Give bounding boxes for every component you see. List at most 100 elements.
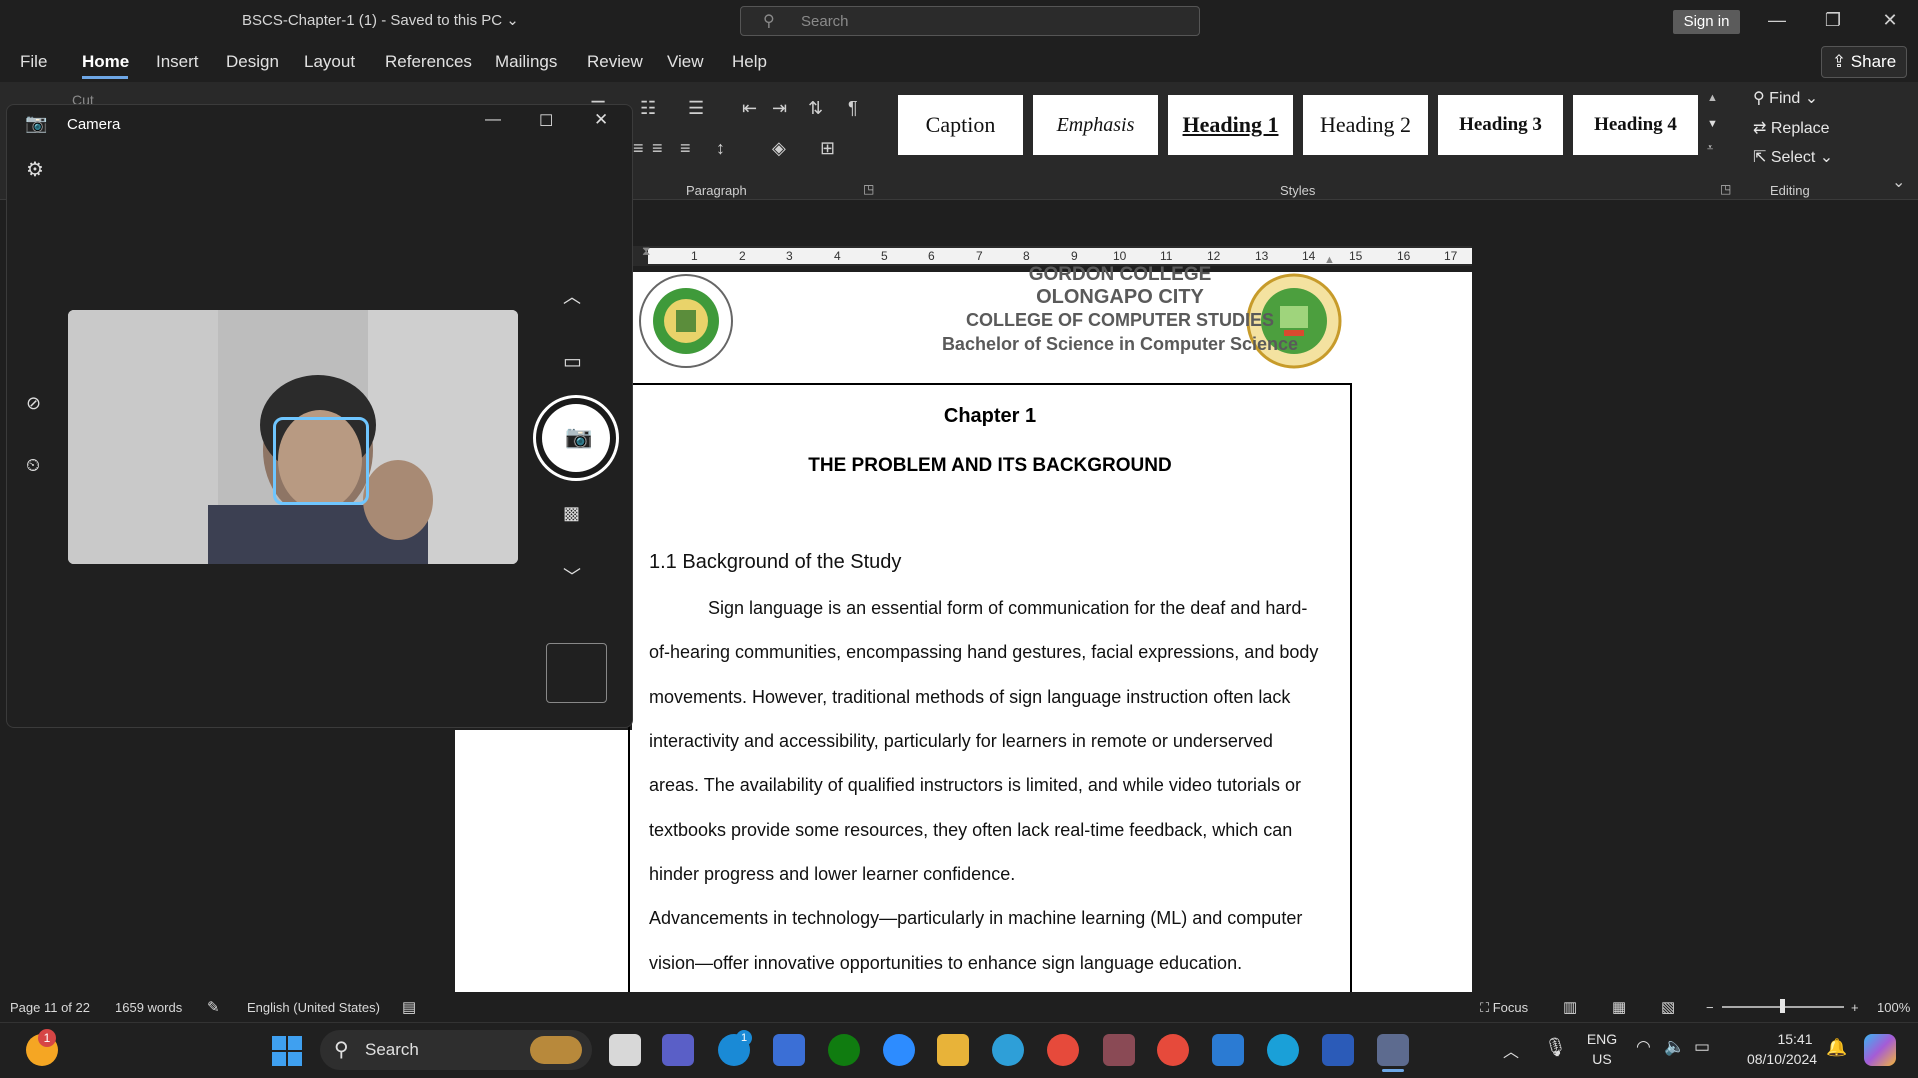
replace-label: Replace [1770, 120, 1830, 137]
zoom-slider-thumb[interactable] [1780, 999, 1785, 1013]
menu-mailings[interactable]: Mailings [495, 52, 557, 72]
collapse-ribbon-icon[interactable]: ⌄ [1892, 172, 1905, 192]
styles-more-icon[interactable]: ⩡ [1707, 142, 1713, 155]
style-heading-4[interactable]: Heading 4 [1573, 95, 1698, 155]
page-count[interactable]: Page 11 of 22 [10, 1000, 90, 1015]
style-caption[interactable]: Caption [898, 95, 1023, 155]
align-center-icon[interactable]: ≡ [652, 138, 663, 159]
menu-insert[interactable]: Insert [156, 52, 199, 72]
menu-review[interactable]: Review [587, 52, 643, 72]
web-layout-icon[interactable]: ▧ [1661, 998, 1675, 1016]
teams-icon[interactable] [662, 1034, 694, 1066]
word-icon[interactable] [1322, 1034, 1354, 1066]
input-language-line1[interactable]: ENG [1584, 1031, 1620, 1047]
menu-design[interactable]: Design [226, 52, 279, 72]
xbox-icon[interactable] [828, 1034, 860, 1066]
replace-button[interactable]: ⇄ Replace [1753, 118, 1830, 138]
chrome-profile-icon[interactable] [1157, 1034, 1189, 1066]
notifications-bell-icon[interactable]: 🔔 [1826, 1038, 1847, 1058]
volume-icon[interactable]: 🔈 [1664, 1037, 1685, 1057]
clock-time[interactable]: 15:41 [1770, 1031, 1820, 1047]
menu-view[interactable]: View [667, 52, 704, 72]
body-line: vision—offer innovative opportunities to… [649, 953, 1243, 973]
zoom-in-icon[interactable]: + [1851, 1000, 1859, 1015]
wifi-icon[interactable]: ◠ [1636, 1037, 1651, 1057]
align-left-icon[interactable]: ≡ [633, 138, 644, 159]
windows-start-icon[interactable] [272, 1036, 302, 1066]
language-indicator[interactable]: English (United States) [247, 1000, 380, 1015]
style-heading-2[interactable]: Heading 2 [1303, 95, 1428, 155]
justify-icon[interactable]: ≡ [680, 138, 691, 159]
focus-button[interactable]: ⛶ Focus [1480, 1000, 1528, 1016]
file-explorer-icon[interactable] [937, 1034, 969, 1066]
share-button[interactable]: ⇪ Share [1821, 46, 1907, 78]
chrome-icon[interactable] [1047, 1034, 1079, 1066]
camera-maximize-icon[interactable]: ☐ [539, 111, 553, 131]
menu-layout[interactable]: Layout [304, 52, 355, 72]
paragraph-launcher-icon[interactable]: ◳ [863, 182, 874, 196]
camera-window[interactable]: 📷 Camera — ☐ ✕ ⚙ ⊘ ⏲ ︿ ▭ 📷 ▩ ﹀ [6, 104, 633, 728]
style-emphasis[interactable]: Emphasis [1033, 95, 1158, 155]
sign-in-button[interactable]: Sign in [1673, 10, 1740, 34]
zoom-level[interactable]: 100% [1877, 1000, 1910, 1015]
minimize-icon[interactable]: — [1762, 8, 1792, 32]
camera-close-icon[interactable]: ✕ [594, 110, 608, 130]
taskbar-search[interactable]: ⚲ Search [320, 1030, 592, 1070]
increase-indent-icon[interactable]: ⇥ [772, 98, 787, 119]
menu-home[interactable]: Home [82, 52, 129, 72]
hdr-off-icon[interactable]: ⊘ [26, 393, 41, 414]
multilevel-list-icon[interactable]: ☰ [688, 98, 704, 119]
pen-app-icon[interactable] [773, 1034, 805, 1066]
line-spacing-icon[interactable]: ↕ [716, 138, 725, 159]
edge-beta-icon[interactable] [992, 1034, 1024, 1066]
clock-date[interactable]: 08/10/2024 [1742, 1051, 1822, 1067]
battery-icon[interactable]: ▭ [1694, 1037, 1710, 1057]
camera-taskbar-icon[interactable] [1377, 1034, 1409, 1066]
close-icon[interactable]: ✕ [1875, 8, 1905, 32]
print-layout-icon[interactable]: ▦ [1612, 998, 1626, 1016]
style-heading-1[interactable]: Heading 1 [1168, 95, 1293, 155]
chevron-up-icon[interactable]: ︿ [563, 283, 581, 309]
zoom-out-icon[interactable]: − [1706, 1000, 1714, 1015]
ruler-indent-marker-icon[interactable]: ⧗ [642, 244, 650, 259]
proofing-icon[interactable]: ✎ [207, 998, 220, 1016]
find-button[interactable]: ⚲ Find ⌄ [1753, 88, 1818, 108]
decrease-indent-icon[interactable]: ⇤ [742, 98, 757, 119]
take-photo-button[interactable]: 📷 [533, 395, 619, 481]
video-mode-icon[interactable]: ▭ [563, 349, 582, 374]
style-heading-3[interactable]: Heading 3 [1438, 95, 1563, 155]
copilot-icon[interactable] [1864, 1034, 1896, 1066]
restore-icon[interactable]: ❐ [1818, 8, 1848, 32]
sort-icon[interactable]: ⇅ [808, 98, 823, 119]
styles-scroll-up-icon[interactable]: ▲ [1707, 92, 1718, 104]
edge-icon[interactable] [1267, 1034, 1299, 1066]
select-button[interactable]: ⇱ Select ⌄ [1753, 147, 1833, 167]
qr-scan-icon[interactable]: ▩ [563, 503, 580, 524]
styles-launcher-icon[interactable]: ◳ [1720, 182, 1731, 196]
word-count[interactable]: 1659 words [115, 1000, 182, 1015]
task-view-icon[interactable] [609, 1034, 641, 1066]
chevron-down-icon[interactable]: ﹀ [563, 563, 581, 589]
settings-gear-icon[interactable]: ⚙ [26, 157, 44, 182]
styles-scroll-down-icon[interactable]: ▼ [1707, 118, 1718, 130]
read-mode-icon[interactable]: ▥ [1563, 998, 1577, 1016]
accessibility-icon[interactable]: ▤ [402, 998, 416, 1016]
input-language-line2[interactable]: US [1584, 1051, 1620, 1067]
borders-icon[interactable]: ⊞ [820, 138, 835, 159]
pilcrow-icon[interactable]: ¶ [848, 98, 858, 119]
tray-chevron-up-icon[interactable]: ︿ [1503, 1038, 1519, 1062]
document-title[interactable]: BSCS-Chapter-1 (1) - Saved to this PC ⌄ [242, 11, 519, 29]
vscode-icon[interactable] [1212, 1034, 1244, 1066]
microphone-icon[interactable]: 🎙 [1544, 1037, 1567, 1058]
media-app-icon[interactable] [1103, 1034, 1135, 1066]
numbering-icon[interactable]: ☷ [640, 98, 656, 119]
timer-off-icon[interactable]: ⏲ [26, 455, 40, 476]
menu-help[interactable]: Help [732, 52, 767, 72]
menu-references[interactable]: References [385, 52, 472, 72]
menu-file[interactable]: File [20, 52, 47, 72]
shading-icon[interactable]: ◈ [772, 138, 786, 159]
last-capture-thumbnail[interactable] [546, 643, 607, 703]
camera-minimize-icon[interactable]: — [485, 111, 501, 129]
zoom-icon[interactable] [883, 1034, 915, 1066]
search-box[interactable]: ⚲ Search [740, 6, 1200, 36]
